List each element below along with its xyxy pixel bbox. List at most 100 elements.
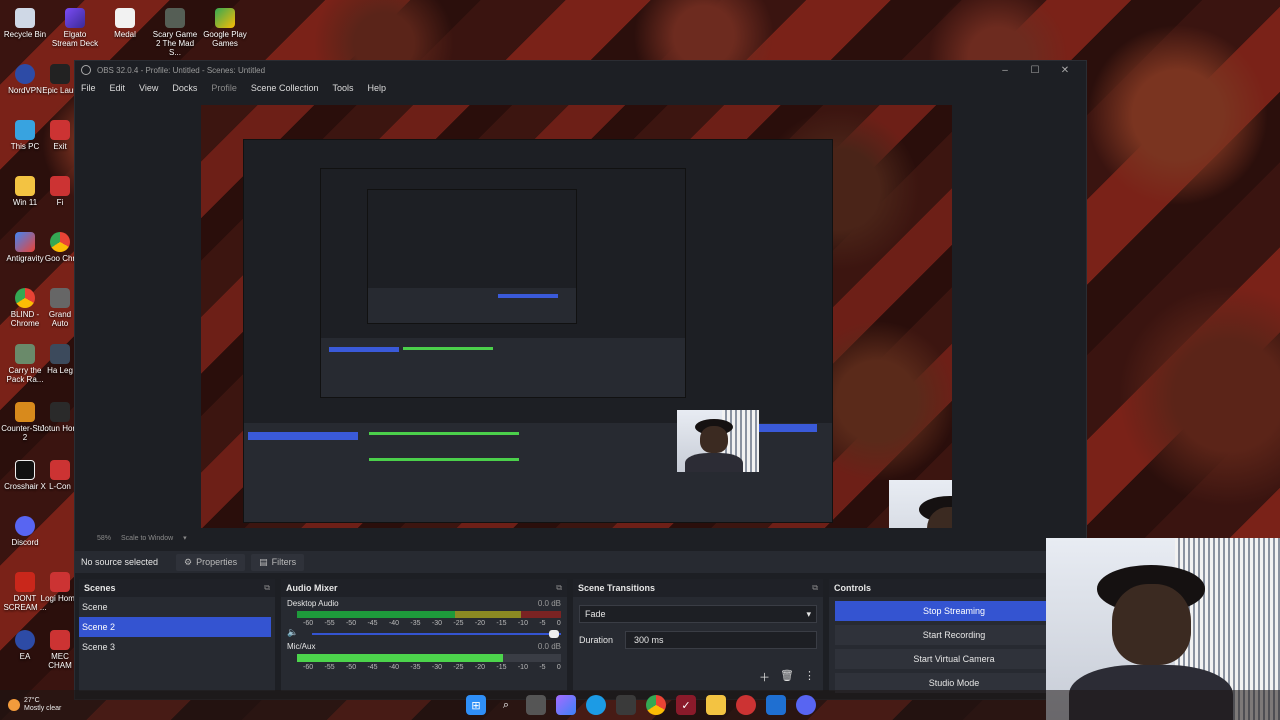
app-icon[interactable] <box>766 695 786 715</box>
app-icon[interactable]: ✓ <box>676 695 696 715</box>
app-icon <box>50 460 70 480</box>
source-toolbar: No source selected ⚙ Properties ▤ Filters <box>75 551 1086 573</box>
menu-scene-collection[interactable]: Scene Collection <box>251 83 319 93</box>
desktop-icon-scary-game[interactable]: Scary Game 2 The Mad S... <box>150 8 200 57</box>
stream-deck-icon <box>65 8 85 28</box>
channel-name: Desktop Audio <box>287 599 339 608</box>
properties-button[interactable]: ⚙ Properties <box>176 553 246 571</box>
gear-icon: ⚙ <box>184 556 193 567</box>
app-icon <box>50 120 70 140</box>
weather-text: Mostly clear <box>24 705 62 712</box>
docks-row: Scenes ⧉ Scene Scene 2 Scene 3 Audio Mixe… <box>75 579 1086 693</box>
game-icon <box>165 8 185 28</box>
scene-transitions-title: Scene Transitions <box>578 583 656 593</box>
weather-icon <box>8 699 20 711</box>
app-icon[interactable] <box>736 695 756 715</box>
ea-icon <box>15 630 35 650</box>
title-bar[interactable]: OBS 32.0.4 - Profile: Untitled - Scenes:… <box>75 61 1086 79</box>
chevron-down-icon[interactable]: ▾ <box>183 534 187 542</box>
undock-icon[interactable]: ⧉ <box>264 583 270 593</box>
undock-icon[interactable]: ⧉ <box>556 583 562 593</box>
controls-dock: Controls Stop Streaming Start Recording … <box>829 579 1079 693</box>
menu-profile[interactable]: Profile <box>211 83 237 93</box>
start-recording-button[interactable]: Start Recording <box>835 625 1073 645</box>
edge-icon[interactable] <box>586 695 606 715</box>
plus-icon[interactable]: ＋ <box>759 669 770 685</box>
zoom-level[interactable]: 58% <box>97 535 111 542</box>
transition-tools: ＋ 🗑 ⋮ <box>759 669 815 685</box>
menu-view[interactable]: View <box>139 83 158 93</box>
scene-item-scene-3[interactable]: Scene 3 <box>79 637 275 657</box>
speaker-icon[interactable]: 🔈 <box>287 627 298 638</box>
store-icon[interactable] <box>616 695 636 715</box>
volume-meter <box>297 611 561 618</box>
scene-item-scene[interactable]: Scene <box>79 597 275 617</box>
channel-db: 0.0 dB <box>537 599 561 608</box>
filters-button[interactable]: ▤ Filters <box>251 553 305 571</box>
antigravity-icon <box>15 232 35 252</box>
epic-games-icon <box>50 64 70 84</box>
discord-icon[interactable] <box>796 695 816 715</box>
transition-select[interactable]: Fade ▾ <box>579 605 817 623</box>
chrome-icon <box>50 232 70 252</box>
game-icon <box>15 344 35 364</box>
copilot-icon[interactable] <box>556 695 576 715</box>
discord-icon <box>15 516 35 536</box>
scene-item-scene-2[interactable]: Scene 2 <box>79 617 271 637</box>
menu-bar: File Edit View Docks Profile Scene Colle… <box>75 79 1086 97</box>
game-icon <box>50 402 70 422</box>
more-icon[interactable]: ⋮ <box>804 669 815 685</box>
nordvpn-icon <box>15 64 35 84</box>
counter-strike-icon <box>15 402 35 422</box>
scale-mode[interactable]: Scale to Window <box>121 535 173 542</box>
volume-slider[interactable] <box>312 629 561 638</box>
chevron-down-icon: ▾ <box>806 608 811 619</box>
app-icon <box>50 630 70 650</box>
volume-meter <box>297 654 561 662</box>
app-icon <box>50 176 70 196</box>
maximize-icon[interactable]: ☐ <box>1020 65 1050 76</box>
preview-canvas[interactable] <box>201 105 952 528</box>
audio-mixer-dock: Audio Mixer ⧉ Desktop Audio 0.0 dB -60 -55-… <box>281 579 567 691</box>
menu-file[interactable]: File <box>81 83 96 93</box>
minimize-icon[interactable]: – <box>990 65 1020 76</box>
mixer-channel-desktop: Desktop Audio 0.0 dB -60 -55 -50 -45 -40 -35 -3… <box>281 597 567 640</box>
game-icon <box>50 344 70 364</box>
stop-streaming-button[interactable]: Stop Streaming <box>835 601 1073 621</box>
recycle-bin-icon <box>15 8 35 28</box>
channel-db: 0.0 dB <box>537 642 561 651</box>
mixer-channel-mic: Mic/Aux 0.0 dB -60 -55 -50 -45 -40 -35 -30 -25 -2… <box>281 640 567 673</box>
close-icon[interactable]: ✕ <box>1050 65 1080 76</box>
duration-label: Duration <box>579 635 614 645</box>
temperature: 27°C <box>24 697 40 704</box>
menu-docks[interactable]: Docks <box>172 83 197 93</box>
controls-title: Controls <box>834 583 871 593</box>
chrome-icon[interactable] <box>646 695 666 715</box>
nested-webcam-2 <box>889 480 952 528</box>
desktop-icon-medal[interactable]: Medal <box>100 8 150 39</box>
game-icon <box>50 288 70 308</box>
menu-edit[interactable]: Edit <box>110 83 126 93</box>
start-virtual-camera-button[interactable]: Start Virtual Camera <box>835 649 1073 669</box>
task-view-icon[interactable] <box>526 695 546 715</box>
start-icon[interactable]: ⊞ <box>466 695 486 715</box>
desktop-icon-discord[interactable]: Discord <box>0 516 50 547</box>
weather-widget[interactable]: 27°C Mostly clear <box>0 697 61 713</box>
file-explorer-icon[interactable] <box>706 695 726 715</box>
desktop-icon-google-play-games[interactable]: Google Play Games <box>200 8 250 48</box>
duration-input[interactable]: 300 ms <box>625 631 817 649</box>
desktop-icon-stream-deck[interactable]: Elgato Stream Deck <box>50 8 100 48</box>
scenes-title: Scenes <box>84 583 116 593</box>
desktop-icon-recycle-bin[interactable]: Recycle Bin <box>0 8 50 39</box>
meter-scale: -60 -55 -50 -45 -40 -35 -30 -25 -20 -15 -10 -5 0 <box>303 620 561 627</box>
medal-icon <box>115 8 135 28</box>
crosshair-icon <box>15 460 35 480</box>
undock-icon[interactable]: ⧉ <box>812 583 818 593</box>
chrome-icon <box>15 288 35 308</box>
search-icon[interactable]: ⌕ <box>496 695 516 715</box>
trash-icon[interactable]: 🗑 <box>780 669 794 685</box>
menu-help[interactable]: Help <box>367 83 386 93</box>
folder-icon <box>15 176 35 196</box>
menu-tools[interactable]: Tools <box>332 83 353 93</box>
window-title: OBS 32.0.4 - Profile: Untitled - Scenes:… <box>97 65 266 75</box>
